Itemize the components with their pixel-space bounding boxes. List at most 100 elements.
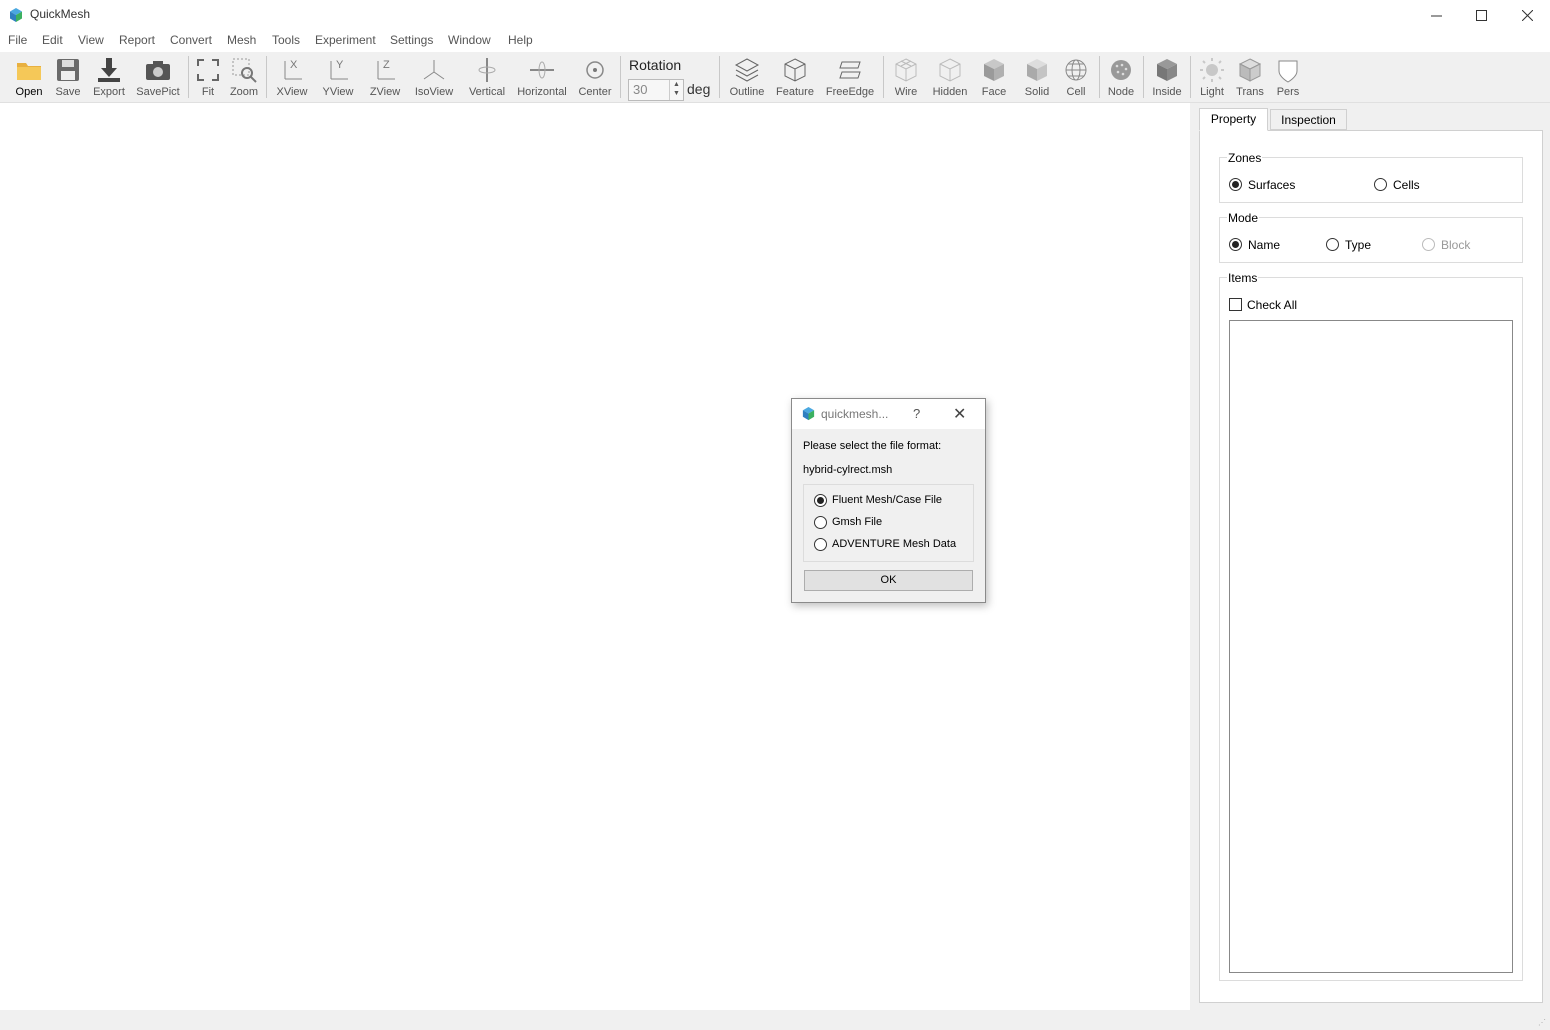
inside-button[interactable]: Inside — [1149, 54, 1185, 100]
download-icon — [98, 58, 120, 82]
zview-button[interactable]: Z ZView — [366, 54, 404, 100]
check-all-checkbox[interactable] — [1229, 298, 1242, 311]
node-sphere-icon — [1111, 60, 1131, 80]
menu-tools[interactable]: Tools — [272, 33, 300, 47]
horizontal-rotate-button[interactable]: Horizontal — [515, 54, 569, 100]
toolbar-separator — [883, 56, 884, 98]
menu-file[interactable]: File — [8, 33, 27, 47]
mode-block-label: Block — [1441, 238, 1471, 252]
rotation-angle-spinbox[interactable]: 30 ▲ ▼ — [628, 79, 684, 101]
folder-icon — [17, 63, 41, 80]
spin-arrows-icon[interactable]: ▲ ▼ — [669, 80, 683, 100]
solid-button[interactable]: Solid — [1019, 54, 1055, 100]
dialog-title: quickmesh... — [821, 407, 889, 421]
pers-button[interactable]: Pers — [1272, 54, 1304, 100]
app-logo-icon — [802, 406, 815, 421]
fluent-label: Fluent Mesh/Case File — [832, 494, 943, 506]
outline-button[interactable]: Outline — [727, 54, 767, 100]
export-button[interactable]: Export — [90, 54, 128, 100]
svg-text:Z: Z — [383, 59, 390, 71]
menu-settings[interactable]: Settings — [390, 33, 433, 47]
zoom-button[interactable]: Zoom — [227, 54, 261, 100]
menu-experiment[interactable]: Experiment — [315, 33, 376, 47]
cell-button[interactable]: Cell — [1059, 54, 1093, 100]
file-format-dialog: quickmesh... ? ✕ Please select the file … — [791, 398, 986, 603]
menu-report[interactable]: Report — [119, 33, 155, 47]
hidden-button[interactable]: Hidden — [929, 54, 971, 100]
maximize-icon — [1475, 9, 1487, 21]
face-button[interactable]: Face — [976, 54, 1012, 100]
toolbar-separator — [188, 56, 189, 98]
inside-cube-icon — [1157, 59, 1177, 81]
ok-button[interactable]: OK — [804, 570, 973, 591]
hidden-line-cube-icon — [939, 58, 961, 82]
isoview-button[interactable]: IsoView — [412, 54, 456, 100]
gmsh-label: Gmsh File — [832, 516, 883, 528]
toolbar-separator — [266, 56, 267, 98]
items-list[interactable] — [1229, 320, 1513, 973]
savepict-button[interactable]: SavePict — [134, 54, 182, 100]
feature-button[interactable]: Feature — [774, 54, 816, 100]
maximize-button[interactable] — [1458, 0, 1504, 30]
vertical-rotate-icon — [478, 58, 496, 82]
app-logo-icon — [10, 8, 22, 22]
cells-radio[interactable] — [1374, 178, 1387, 191]
dialog-title-bar: quickmesh... ? ✕ — [792, 399, 985, 429]
menu-convert[interactable]: Convert — [170, 33, 212, 47]
trans-button[interactable]: Trans — [1233, 54, 1267, 100]
toolbar-separator — [1099, 56, 1100, 98]
light-button[interactable]: Light — [1195, 54, 1229, 100]
mode-name-radio[interactable] — [1229, 238, 1242, 251]
open-button[interactable]: Open — [10, 54, 48, 100]
free-edge-icon — [839, 61, 861, 79]
toolbar-separator — [1143, 56, 1144, 98]
fluent-radio[interactable] — [814, 494, 827, 507]
freeedge-button[interactable]: FreeEdge — [824, 54, 876, 100]
surfaces-radio[interactable] — [1229, 178, 1242, 191]
menu-window[interactable]: Window — [448, 33, 491, 47]
menu-mesh[interactable]: Mesh — [227, 33, 256, 47]
mode-title: Mode — [1227, 211, 1260, 225]
mode-type-radio[interactable] — [1326, 238, 1339, 251]
face-cube-icon — [984, 59, 1004, 81]
solid-cube-icon — [1027, 59, 1047, 81]
tab-inspection[interactable]: Inspection — [1270, 109, 1347, 130]
center-button[interactable]: Center — [576, 54, 614, 100]
zoom-magnifier-icon — [232, 58, 257, 83]
cell-grid-icon — [1065, 59, 1087, 81]
xview-button[interactable]: X XView — [273, 54, 311, 100]
feature-cube-icon — [784, 58, 806, 82]
adventure-radio[interactable] — [814, 538, 827, 551]
vertical-rotate-button[interactable]: Vertical — [465, 54, 509, 100]
close-icon[interactable]: ✕ — [953, 404, 966, 424]
y-axis-view-icon: Y — [330, 59, 348, 80]
node-button[interactable]: Node — [1104, 54, 1138, 100]
yview-button[interactable]: Y YView — [319, 54, 357, 100]
close-button[interactable] — [1504, 0, 1550, 30]
outline-layers-icon — [734, 58, 760, 82]
surfaces-label: Surfaces — [1248, 178, 1296, 192]
tab-property[interactable]: Property — [1199, 108, 1268, 131]
resize-grip-icon[interactable]: ⋰ — [1538, 1018, 1547, 1027]
zones-title: Zones — [1227, 151, 1263, 165]
menu-edit[interactable]: Edit — [42, 33, 63, 47]
gmsh-radio[interactable] — [814, 516, 827, 529]
menu-help[interactable]: Help — [508, 33, 533, 47]
wire-button[interactable]: Wire — [888, 54, 924, 100]
rotation-unit: deg — [687, 81, 711, 97]
3d-viewport[interactable] — [0, 103, 1190, 1010]
help-icon[interactable]: ? — [913, 406, 920, 421]
minimize-button[interactable] — [1413, 0, 1459, 30]
floppy-disk-icon — [57, 59, 79, 81]
status-bar: ⋰ — [0, 1010, 1550, 1030]
adventure-label: ADVENTURE Mesh Data — [832, 538, 957, 550]
rotation-label: Rotation — [629, 57, 682, 73]
fit-button[interactable]: Fit — [192, 54, 224, 100]
close-icon — [1521, 9, 1533, 21]
dialog-prompt: Please select the file format: — [803, 440, 942, 452]
save-button[interactable]: Save — [50, 54, 86, 100]
dialog-filename: hybrid-cylrect.msh — [803, 464, 893, 476]
rotation-angle-value[interactable]: 30 — [633, 82, 647, 97]
isometric-axes-icon — [423, 60, 445, 80]
menu-view[interactable]: View — [78, 33, 104, 47]
